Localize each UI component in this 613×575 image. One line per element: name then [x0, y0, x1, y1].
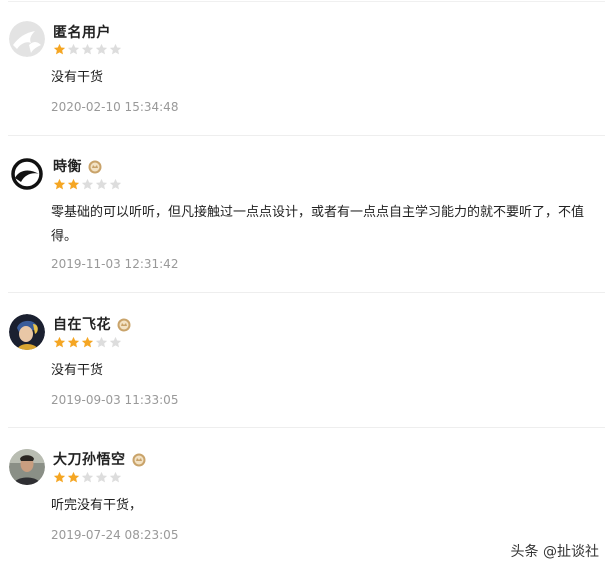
avatar-wave-logo[interactable] [9, 156, 45, 192]
star-filled-icon [81, 336, 94, 348]
reviewer-name[interactable]: 時衡 [53, 156, 82, 176]
review-comment: 没有干货 [51, 363, 104, 378]
star-empty-icon [67, 43, 80, 55]
wave-logo-icon [9, 156, 45, 192]
avatar-anonymous[interactable] [9, 21, 45, 57]
star-empty-icon [95, 336, 108, 348]
star-filled-icon [67, 178, 80, 190]
member-badge-icon [132, 452, 146, 467]
painting-girl-icon [9, 314, 45, 350]
star-empty-icon [109, 178, 122, 190]
review-list-page: 匿名用户 没有干货 2020-02-10 15:34:48 時衡 零基础的可以听… [0, 0, 613, 575]
star-empty-icon [109, 471, 122, 483]
avatar-painting-girl[interactable] [9, 314, 45, 350]
star-filled-icon [53, 336, 66, 348]
anonymous-avatar-icon [9, 21, 45, 57]
man-photo-icon [9, 449, 45, 485]
name-row: 自在飞花 [53, 314, 131, 334]
review-comment: 听完没有干货， [51, 498, 143, 513]
avatar-man-photo[interactable] [9, 449, 45, 485]
star-empty-icon [95, 471, 108, 483]
star-empty-icon [81, 178, 94, 190]
name-row: 大刀孙悟空 [53, 449, 146, 469]
watermark: 头条 @扯谈社 [510, 544, 599, 560]
star-rating [53, 178, 123, 192]
star-filled-icon [53, 43, 66, 55]
review-item: 自在飞花 没有干货 2019-09-03 11:33:05 [0, 293, 613, 428]
star-empty-icon [109, 336, 122, 348]
review-item: 時衡 零基础的可以听听，但凡接触过一点点设计，或者有一点点自主学习能力的就不要听… [0, 136, 613, 293]
star-empty-icon [95, 43, 108, 55]
member-badge-icon [88, 159, 102, 174]
review-comment: 零基础的可以听听，但凡接触过一点点设计，或者有一点点自主学习能力的就不要听了，不… [51, 205, 585, 244]
name-row: 時衡 [53, 156, 102, 176]
name-row: 匿名用户 [53, 22, 111, 42]
star-empty-icon [109, 43, 122, 55]
star-filled-icon [53, 471, 66, 483]
star-filled-icon [67, 336, 80, 348]
star-empty-icon [81, 43, 94, 55]
review-item: 匿名用户 没有干货 2020-02-10 15:34:48 [0, 0, 613, 136]
reviewer-name[interactable]: 大刀孙悟空 [53, 449, 126, 469]
reviewer-name[interactable]: 匿名用户 [53, 22, 111, 42]
member-badge-icon [117, 317, 131, 332]
star-filled-icon [53, 178, 66, 190]
star-rating [53, 471, 123, 485]
star-rating [53, 43, 123, 57]
reviewer-name[interactable]: 自在飞花 [53, 314, 111, 334]
star-empty-icon [95, 178, 108, 190]
star-rating [53, 336, 123, 350]
review-date: 2019-11-03 12:31:42 [51, 257, 179, 271]
star-filled-icon [67, 471, 80, 483]
review-date: 2019-07-24 08:23:05 [51, 528, 179, 542]
review-date: 2020-02-10 15:34:48 [51, 100, 179, 114]
star-empty-icon [81, 471, 94, 483]
review-comment: 没有干货 [51, 70, 104, 85]
review-date: 2019-09-03 11:33:05 [51, 393, 179, 407]
